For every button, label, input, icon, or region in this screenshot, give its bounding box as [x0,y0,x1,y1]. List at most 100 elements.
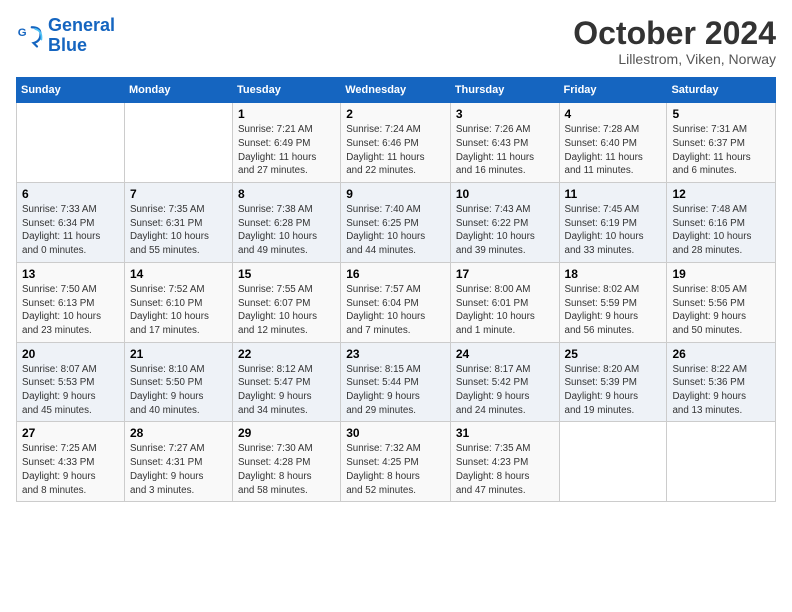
day-cell: 24 Sunrise: 8:17 AMSunset: 5:42 PMDayligh… [450,342,559,422]
day-info: Sunrise: 8:10 AMSunset: 5:50 PMDaylight:… [130,364,205,416]
day-info: Sunrise: 7:32 AMSunset: 4:25 PMDaylight:… [346,443,421,495]
day-cell: 30 Sunrise: 7:32 AMSunset: 4:25 PMDayligh… [341,422,451,502]
week-row-3: 13Sunrise: 7:50 AMSunset: 6:13 PMDayligh… [17,262,776,342]
day-info: Sunrise: 8:00 AMSunset: 6:01 PMDaylight:… [456,284,535,336]
day-cell [559,422,667,502]
col-sunday: Sunday [17,78,125,103]
day-number: 2 [346,107,445,121]
day-cell: 28Sunrise: 7:27 AMSunset: 4:31 PMDayligh… [124,422,232,502]
week-row-4: 20 Sunrise: 8:07 AMSunset: 5:53 PMDayligh… [17,342,776,422]
header-row: Sunday Monday Tuesday Wednesday Thursday… [17,78,776,103]
title-block: October 2024 Lillestrom, Viken, Norway [573,16,776,67]
col-friday: Friday [559,78,667,103]
day-number: 14 [130,267,227,281]
logo-blue: Blue [48,36,115,56]
day-number: 25 [565,347,662,361]
svg-text:G: G [18,27,27,39]
day-info: Sunrise: 8:20 AMSunset: 5:39 PMDaylight:… [565,364,640,416]
day-info: Sunrise: 7:24 AMSunset: 6:46 PMDaylight:… [346,124,424,176]
day-number: 22 [238,347,335,361]
day-cell: 17 Sunrise: 8:00 AMSunset: 6:01 PMDayligh… [450,262,559,342]
day-number: 27 [22,426,119,440]
day-cell: 10 Sunrise: 7:43 AMSunset: 6:22 PMDayligh… [450,183,559,263]
day-cell: 4Sunrise: 7:28 AMSunset: 6:40 PMDaylight… [559,103,667,183]
day-number: 5 [672,107,770,121]
day-info: Sunrise: 7:35 AMSunset: 4:23 PMDaylight:… [456,443,531,495]
day-info: Sunrise: 7:43 AMSunset: 6:22 PMDaylight:… [456,204,535,256]
day-number: 30 [346,426,445,440]
day-number: 10 [456,187,554,201]
day-cell: 25 Sunrise: 8:20 AMSunset: 5:39 PMDayligh… [559,342,667,422]
day-info: Sunrise: 7:40 AMSunset: 6:25 PMDaylight:… [346,204,425,256]
day-number: 28 [130,426,227,440]
month-title: October 2024 [573,16,776,51]
week-row-2: 6 Sunrise: 7:33 AMSunset: 6:34 PMDaylight… [17,183,776,263]
week-row-5: 27Sunrise: 7:25 AMSunset: 4:33 PMDayligh… [17,422,776,502]
logo-icon: G [16,22,44,50]
day-info: Sunrise: 7:38 AMSunset: 6:28 PMDaylight:… [238,204,317,256]
day-number: 4 [565,107,662,121]
day-cell: 21 Sunrise: 8:10 AMSunset: 5:50 PMDayligh… [124,342,232,422]
col-monday: Monday [124,78,232,103]
day-cell: 18Sunrise: 8:02 AMSunset: 5:59 PMDayligh… [559,262,667,342]
day-number: 29 [238,426,335,440]
day-cell: 22 Sunrise: 8:12 AMSunset: 5:47 PMDayligh… [233,342,341,422]
day-cell: 23 Sunrise: 8:15 AMSunset: 5:44 PMDayligh… [341,342,451,422]
day-cell: 3 Sunrise: 7:26 AMSunset: 6:43 PMDaylight… [450,103,559,183]
day-info: Sunrise: 8:22 AMSunset: 5:36 PMDaylight:… [672,364,747,416]
day-info: Sunrise: 7:30 AMSunset: 4:28 PMDaylight:… [238,443,313,495]
day-info: Sunrise: 7:26 AMSunset: 6:43 PMDaylight:… [456,124,534,176]
day-info: Sunrise: 7:50 AMSunset: 6:13 PMDaylight:… [22,284,101,336]
day-number: 20 [22,347,119,361]
day-cell: 19Sunrise: 8:05 AMSunset: 5:56 PMDayligh… [667,262,776,342]
day-cell: 5Sunrise: 7:31 AMSunset: 6:37 PMDaylight… [667,103,776,183]
logo: G General Blue [16,16,115,56]
day-info: Sunrise: 7:35 AMSunset: 6:31 PMDaylight:… [130,204,209,256]
day-number: 17 [456,267,554,281]
day-cell: 20 Sunrise: 8:07 AMSunset: 5:53 PMDayligh… [17,342,125,422]
logo-general: General [48,15,115,35]
week-row-1: 1Sunrise: 7:21 AMSunset: 6:49 PMDaylight… [17,103,776,183]
day-number: 21 [130,347,227,361]
day-info: Sunrise: 7:33 AMSunset: 6:34 PMDaylight:… [22,204,100,256]
day-cell: 16Sunrise: 7:57 AMSunset: 6:04 PMDayligh… [341,262,451,342]
day-number: 12 [672,187,770,201]
day-cell: 15 Sunrise: 7:55 AMSunset: 6:07 PMDayligh… [233,262,341,342]
day-info: Sunrise: 7:55 AMSunset: 6:07 PMDaylight:… [238,284,317,336]
day-cell: 2 Sunrise: 7:24 AMSunset: 6:46 PMDaylight… [341,103,451,183]
day-cell: 7 Sunrise: 7:35 AMSunset: 6:31 PMDaylight… [124,183,232,263]
day-cell: 13Sunrise: 7:50 AMSunset: 6:13 PMDayligh… [17,262,125,342]
day-cell: 12Sunrise: 7:48 AMSunset: 6:16 PMDayligh… [667,183,776,263]
day-cell: 8 Sunrise: 7:38 AMSunset: 6:28 PMDaylight… [233,183,341,263]
day-cell: 9Sunrise: 7:40 AMSunset: 6:25 PMDaylight… [341,183,451,263]
col-tuesday: Tuesday [233,78,341,103]
day-number: 3 [456,107,554,121]
day-number: 8 [238,187,335,201]
day-cell: 29 Sunrise: 7:30 AMSunset: 4:28 PMDayligh… [233,422,341,502]
day-cell: 14 Sunrise: 7:52 AMSunset: 6:10 PMDayligh… [124,262,232,342]
page-header: G General Blue October 2024 Lillestrom, … [16,16,776,67]
col-thursday: Thursday [450,78,559,103]
day-info: Sunrise: 7:57 AMSunset: 6:04 PMDaylight:… [346,284,425,336]
day-number: 1 [238,107,335,121]
location: Lillestrom, Viken, Norway [573,51,776,67]
day-cell: 26 Sunrise: 8:22 AMSunset: 5:36 PMDayligh… [667,342,776,422]
day-number: 19 [672,267,770,281]
col-wednesday: Wednesday [341,78,451,103]
day-info: Sunrise: 8:02 AMSunset: 5:59 PMDaylight:… [565,284,640,336]
day-number: 26 [672,347,770,361]
day-info: Sunrise: 8:15 AMSunset: 5:44 PMDaylight:… [346,364,421,416]
day-number: 23 [346,347,445,361]
day-info: Sunrise: 8:12 AMSunset: 5:47 PMDaylight:… [238,364,313,416]
day-number: 6 [22,187,119,201]
day-number: 7 [130,187,227,201]
day-info: Sunrise: 7:52 AMSunset: 6:10 PMDaylight:… [130,284,209,336]
day-info: Sunrise: 8:17 AMSunset: 5:42 PMDaylight:… [456,364,531,416]
day-cell: 31Sunrise: 7:35 AMSunset: 4:23 PMDayligh… [450,422,559,502]
day-info: Sunrise: 7:45 AMSunset: 6:19 PMDaylight:… [565,204,644,256]
day-number: 15 [238,267,335,281]
day-cell [17,103,125,183]
day-info: Sunrise: 8:07 AMSunset: 5:53 PMDaylight:… [22,364,97,416]
day-cell: 11Sunrise: 7:45 AMSunset: 6:19 PMDayligh… [559,183,667,263]
day-number: 24 [456,347,554,361]
